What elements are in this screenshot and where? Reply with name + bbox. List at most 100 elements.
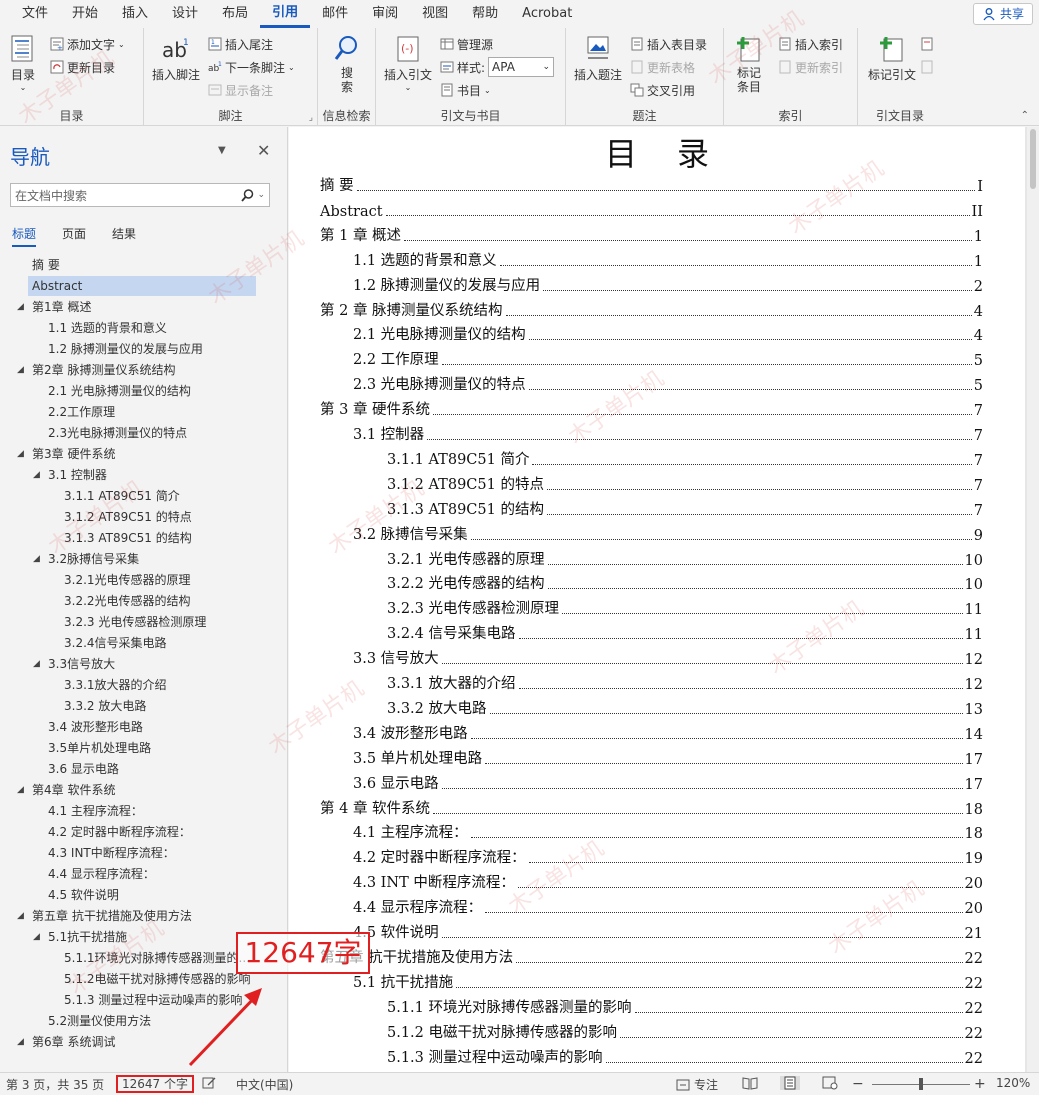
nav-heading-item[interactable]: 5.1.1环境光对脉搏传感器测量的... <box>64 948 256 968</box>
menu-item-2[interactable]: 插入 <box>110 0 160 28</box>
nav-heading-item[interactable]: 3.5单片机处理电路 <box>48 738 256 758</box>
toc-entry[interactable]: 3.1.3 AT89C51 的结构 7 <box>387 497 983 519</box>
toc-entry[interactable]: Abstract II <box>320 198 983 220</box>
toc-entry[interactable]: 3.3 信号放大 12 <box>353 646 983 668</box>
menu-item-3[interactable]: 设计 <box>160 0 210 28</box>
zoom-level[interactable]: 120% <box>996 1076 1030 1090</box>
toc-entry[interactable]: 第五章 抗干扰措施及使用方法 22 <box>320 945 983 967</box>
nav-tab-1[interactable]: 页面 <box>62 225 86 247</box>
insert-citation-button[interactable]: (-) 插入引文 ⌄ <box>384 34 432 92</box>
expand-toggle-icon[interactable]: ◢ <box>17 780 24 800</box>
next-footnote-button[interactable]: ab 1 下一条脚注 ⌄ <box>208 57 295 77</box>
cross-reference-button[interactable]: 交叉引用 <box>630 80 695 100</box>
expand-toggle-icon[interactable]: ◢ <box>33 654 40 674</box>
document-page[interactable]: 目录 摘 要 I Abstract II 第 1 章 概述 1 1.1 选题的背景和意义 1 1… <box>289 127 1025 1072</box>
style-selector[interactable]: 样式: APA ⌄ <box>440 57 555 77</box>
toc-entry[interactable]: 4.3 INT 中断程序流程： 20 <box>353 870 983 892</box>
toc-entry[interactable]: 3.1.1 AT89C51 简介 7 <box>387 447 983 469</box>
manage-sources-button[interactable]: 管理源 <box>440 34 493 54</box>
nav-heading-item[interactable]: 2.1 光电脉搏测量仪的结构 <box>48 381 256 401</box>
toc-entry[interactable]: 3.2 脉搏信号采集 9 <box>353 522 983 544</box>
share-button[interactable]: 共享 <box>972 3 1033 25</box>
expand-toggle-icon[interactable]: ◢ <box>17 906 24 926</box>
nav-heading-item[interactable]: 3.4 波形整形电路 <box>48 717 256 737</box>
insert-endnote-button[interactable]: 1 插入尾注 <box>208 34 273 54</box>
menu-item-6[interactable]: 邮件 <box>310 0 360 28</box>
toc-entry[interactable]: 3.6 显示电路 17 <box>353 771 983 793</box>
toc-entry[interactable]: 2.2 工作原理 5 <box>353 347 983 369</box>
nav-heading-item[interactable]: 4.2 定时器中断程序流程： <box>48 822 256 842</box>
menu-item-9[interactable]: 帮助 <box>460 0 510 28</box>
nav-heading-item[interactable]: 3.2脉搏信号采集 <box>48 549 256 569</box>
proofing-icon[interactable] <box>202 1076 216 1090</box>
mark-citation-button[interactable]: 标记引文 <box>868 34 916 83</box>
nav-heading-item[interactable]: 第3章 硬件系统 <box>32 444 256 464</box>
web-layout-icon[interactable] <box>822 1076 838 1090</box>
toc-entry[interactable]: 3.2.1 光电传感器的原理 10 <box>387 547 983 569</box>
toc-entry[interactable]: 第 3 章 硬件系统 7 <box>320 397 983 419</box>
menu-item-7[interactable]: 审阅 <box>360 0 410 28</box>
expand-toggle-icon[interactable]: ◢ <box>33 465 40 485</box>
mark-entry-button[interactable]: 标记 条目 <box>734 34 764 94</box>
word-count[interactable]: 12647 个字 <box>116 1075 194 1093</box>
zoom-slider-thumb[interactable] <box>919 1078 923 1090</box>
toc-entry[interactable]: 3.5 单片机处理电路 17 <box>353 746 983 768</box>
toc-entry[interactable]: 3.2.2 光电传感器的结构 10 <box>387 571 983 593</box>
vertical-scrollbar[interactable] <box>1027 127 1039 1072</box>
scrollbar-thumb[interactable] <box>1030 129 1036 189</box>
toc-entry[interactable]: 3.2.4 信号采集电路 11 <box>387 621 983 643</box>
nav-heading-item[interactable]: 4.1 主程序流程： <box>48 801 256 821</box>
nav-heading-item[interactable]: 3.1.1 AT89C51 简介 <box>64 486 256 506</box>
nav-heading-item[interactable]: 第1章 概述 <box>32 297 256 317</box>
nav-heading-item[interactable]: 5.2测量仪使用方法 <box>48 1011 256 1031</box>
nav-heading-item[interactable]: 摘 要 <box>32 255 256 275</box>
nav-search-input[interactable]: 在文档中搜索 ⌄ <box>10 183 270 207</box>
expand-toggle-icon[interactable]: ◢ <box>17 360 24 380</box>
toc-entry[interactable]: 5.1 抗干扰措施 22 <box>353 970 983 992</box>
toc-entry[interactable]: 第 2 章 脉搏测量仪系统结构 4 <box>320 298 983 320</box>
focus-mode-button[interactable]: 专注 <box>676 1076 718 1093</box>
nav-heading-item[interactable]: 4.4 显示程序流程： <box>48 864 256 884</box>
nav-heading-item[interactable]: 3.6 显示电路 <box>48 759 256 779</box>
toc-entry[interactable]: 4.2 定时器中断程序流程： 19 <box>353 845 983 867</box>
toc-entry[interactable]: 第 1 章 概述 1 <box>320 223 983 245</box>
toc-entry[interactable]: 2.3 光电脉搏测量仪的特点 5 <box>353 372 983 394</box>
toc-entry[interactable]: 摘 要I <box>320 173 983 195</box>
search-dropdown[interactable]: ⌄ <box>241 188 265 202</box>
page-info[interactable]: 第 3 页，共 35 页 <box>6 1076 104 1093</box>
collapse-ribbon-icon[interactable]: ⌃ <box>1021 110 1029 121</box>
show-notes-button[interactable]: 显示备注 <box>208 80 273 100</box>
expand-toggle-icon[interactable]: ◢ <box>17 297 24 317</box>
toc-entry[interactable]: 4.4 显示程序流程： 20 <box>353 895 983 917</box>
nav-heading-item[interactable]: 3.3.2 放大电路 <box>64 696 256 716</box>
nav-options-icon[interactable]: ▼ <box>218 145 226 156</box>
nav-heading-item[interactable]: 第4章 软件系统 <box>32 780 256 800</box>
nav-heading-item[interactable]: Abstract <box>28 276 256 296</box>
nav-heading-item[interactable]: 第五章 抗干扰措施及使用方法 <box>32 906 256 926</box>
insert-toa-button[interactable] <box>920 34 934 54</box>
toc-entry[interactable]: 3.2.3 光电传感器检测原理 11 <box>387 596 983 618</box>
toc-entry[interactable]: 3.1 控制器 7 <box>353 422 983 444</box>
style-dropdown[interactable]: APA ⌄ <box>488 57 555 77</box>
nav-heading-item[interactable]: 第2章 脉搏测量仪系统结构 <box>32 360 256 380</box>
toc-entry[interactable]: 3.4 波形整形电路 14 <box>353 721 983 743</box>
add-text-button[interactable]: + 添加文字 ⌄ <box>50 34 125 54</box>
update-table-button[interactable]: 更新表格 <box>630 57 695 77</box>
menu-item-1[interactable]: 开始 <box>60 0 110 28</box>
nav-heading-item[interactable]: 1.2 脉搏测量仪的发展与应用 <box>48 339 256 359</box>
nav-heading-item[interactable]: 3.2.1光电传感器的原理 <box>64 570 256 590</box>
update-toc-button[interactable]: 更新目录 <box>50 57 115 77</box>
toc-entry[interactable]: 3.3.2 放大电路 13 <box>387 696 983 718</box>
expand-toggle-icon[interactable]: ◢ <box>33 549 40 569</box>
update-index-button[interactable]: 更新索引 <box>778 57 843 77</box>
toc-button[interactable]: 目录 ⌄ <box>8 34 38 92</box>
toc-entry[interactable]: 第 4 章 软件系统 18 <box>320 796 983 818</box>
nav-tab-2[interactable]: 结果 <box>112 225 136 247</box>
nav-heading-item[interactable]: 5.1.2电磁干扰对脉搏传感器的影响 <box>64 969 256 989</box>
insert-index-button[interactable]: 插入索引 <box>778 34 843 54</box>
nav-heading-item[interactable]: 3.2.4信号采集电路 <box>64 633 256 653</box>
nav-heading-item[interactable]: 3.3.1放大器的介绍 <box>64 675 256 695</box>
expand-toggle-icon[interactable]: ◢ <box>17 1032 24 1052</box>
zoom-in-button[interactable]: + <box>974 1076 986 1092</box>
insert-footnote-button[interactable]: ab 1 插入脚注 <box>152 34 200 83</box>
